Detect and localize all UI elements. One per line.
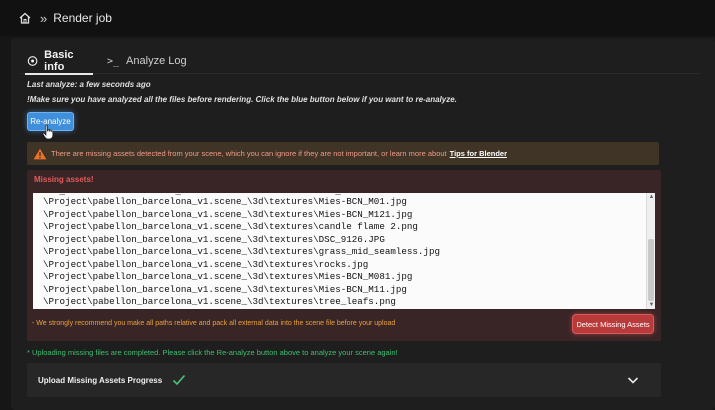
target-icon [27,56,38,66]
terminal-icon: >_ [107,55,120,67]
missing-file-line: \Project\pabellon_barcelona_v1.scene_\3d… [43,246,440,257]
missing-file-line: \Project\pabellon_barcelona_v1.scene_\3d… [43,283,407,295]
files-scrollbar-thumb[interactable] [648,239,654,301]
tab-basic-info-label: Basic info [44,49,74,73]
upload-progress-label: Upload Missing Assets Progress [38,375,163,385]
recommendation-text: - We strongly recommend you make all pat… [32,320,396,327]
last-analyze-text: Last analyze: a few seconds ago [27,80,151,89]
upload-complete-note: * Uploading missing files are completed.… [27,348,398,357]
home-icon[interactable] [18,11,32,25]
missing-assets-box: Missing assets! _ _ _ \Project\pabellon_… [27,170,661,341]
top-bar: » Render job [0,0,715,36]
warning-text: There are missing assets detected from y… [51,149,447,158]
scroll-down-arrow-icon[interactable]: ▼ [647,301,655,309]
files-scrollbar[interactable]: ▲ ▼ [646,193,655,309]
warning-icon [33,148,47,159]
tab-bar: Basic info >_ Analyze Log [21,46,701,75]
tips-for-blender-link[interactable]: Tips for Blender [450,149,507,158]
scroll-up-arrow-icon[interactable]: ▲ [647,193,655,201]
missing-assets-title: Missing assets! [34,175,94,184]
hand-cursor-icon [42,124,54,140]
missing-file-line: \Project\pabellon_barcelona_v1.scene_\3d… [43,196,407,207]
chevron-down-icon[interactable] [627,375,639,385]
tab-analyze-log[interactable]: >_ Analyze Log [107,49,187,73]
upload-progress-panel[interactable]: Upload Missing Assets Progress [27,363,661,397]
breadcrumb-separator: » [40,10,48,26]
missing-file-line: \Project\pabellon_barcelona_v1.scene_\3d… [43,296,396,307]
missing-file-line: \Project\pabellon_barcelona_v1.scene_\3d… [43,233,385,245]
detect-missing-assets-button[interactable]: Detect Missing Assets [572,314,654,334]
missing-files-list[interactable]: _ _ _ \Project\pabellon_barcelona_v1.sce… [33,193,655,309]
tab-analyze-log-label: Analyze Log [126,55,187,67]
tab-basic-info[interactable]: Basic info [25,49,93,75]
missing-file-line: \Project\pabellon_barcelona_v1.scene_\3d… [43,208,413,220]
check-icon [173,374,186,386]
missing-file-line: \Project\pabellon_barcelona_v1.scene_\3d… [43,271,413,282]
missing-file-line: \Project\pabellon_barcelona_v1.scene_\3d… [43,258,369,270]
missing-assets-warning: There are missing assets detected from y… [27,142,659,165]
analyze-note: !Make sure you have analyzed all the fil… [27,95,457,104]
render-job-panel: Basic info >_ Analyze Log Last analyze: … [11,38,715,410]
breadcrumb-current: Render job [53,11,112,25]
missing-file-line: \Project\pabellon_barcelona_v1.scene_\3d… [43,221,418,232]
